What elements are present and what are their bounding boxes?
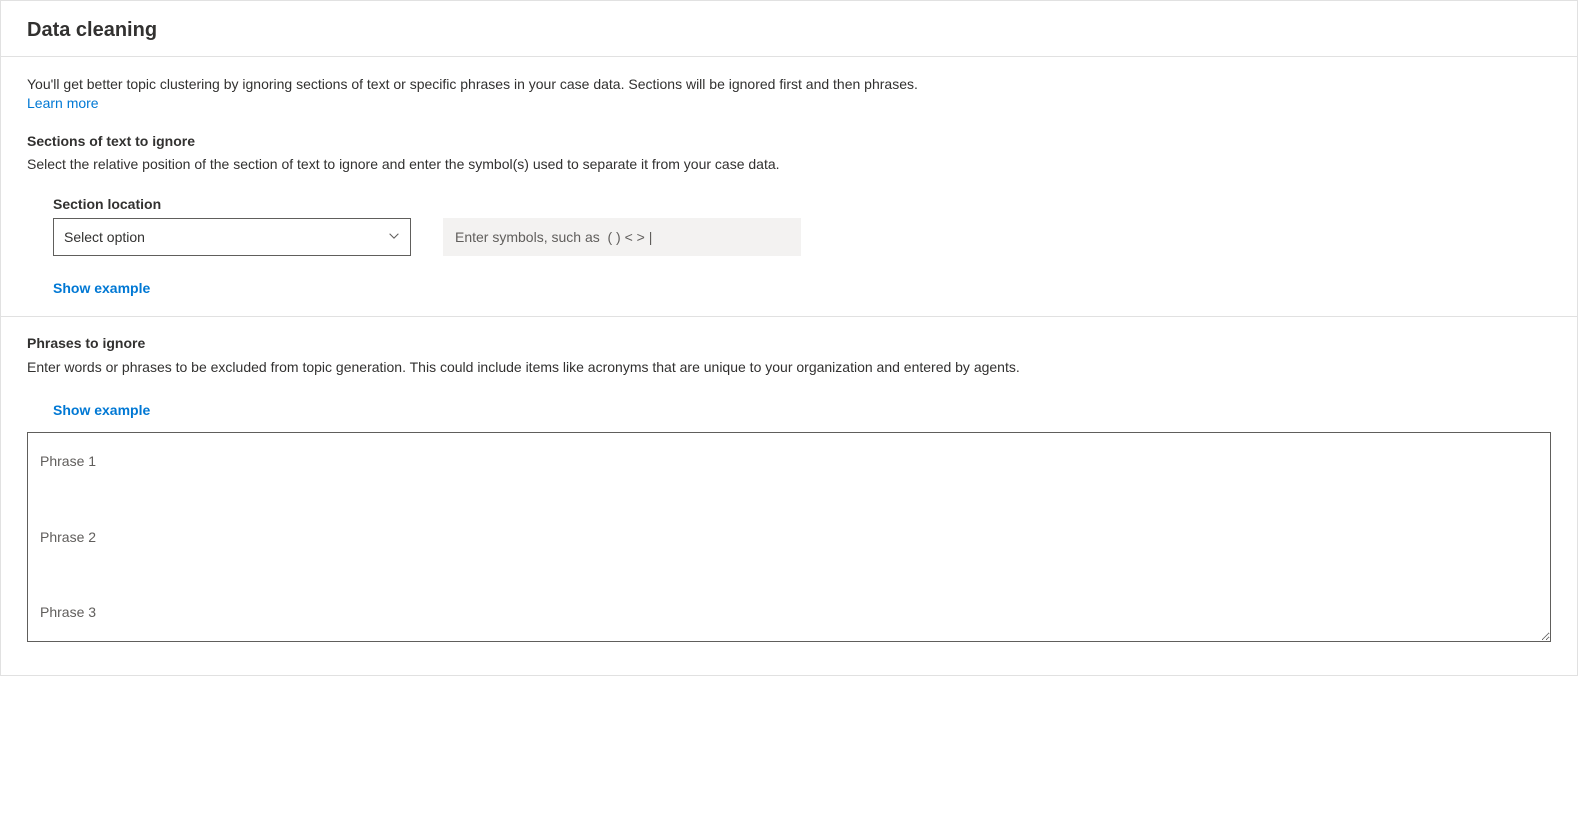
- phrases-heading: Phrases to ignore: [27, 335, 1551, 351]
- symbols-field: [443, 218, 801, 256]
- phrases-description: Enter words or phrases to be excluded fr…: [27, 357, 1287, 378]
- section-location-select-wrapper: Select option: [53, 218, 411, 256]
- sections-heading: Sections of text to ignore: [27, 133, 1551, 149]
- phrases-show-example-link[interactable]: Show example: [27, 402, 150, 418]
- phrases-textarea[interactable]: [27, 432, 1551, 642]
- phrases-ignore-block: Phrases to ignore Enter words or phrases…: [1, 317, 1577, 675]
- symbols-input[interactable]: [443, 218, 801, 256]
- section-location-field: Section location Select option: [53, 196, 411, 256]
- section-location-label: Section location: [53, 196, 411, 212]
- sections-ignore-block: You'll get better topic clustering by ig…: [1, 57, 1577, 317]
- phrases-textarea-wrapper: [27, 432, 1551, 655]
- section-location-select[interactable]: Select option: [53, 218, 411, 256]
- panel-header: Data cleaning: [1, 1, 1577, 57]
- section-location-row: Section location Select option: [27, 196, 1551, 256]
- sections-show-example-link[interactable]: Show example: [27, 280, 150, 296]
- page-title: Data cleaning: [27, 19, 1551, 42]
- intro-description: You'll get better topic clustering by ig…: [27, 75, 1551, 95]
- learn-more-link[interactable]: Learn more: [27, 95, 99, 111]
- data-cleaning-panel: Data cleaning You'll get better topic cl…: [0, 0, 1578, 676]
- sections-description: Select the relative position of the sect…: [27, 155, 1551, 175]
